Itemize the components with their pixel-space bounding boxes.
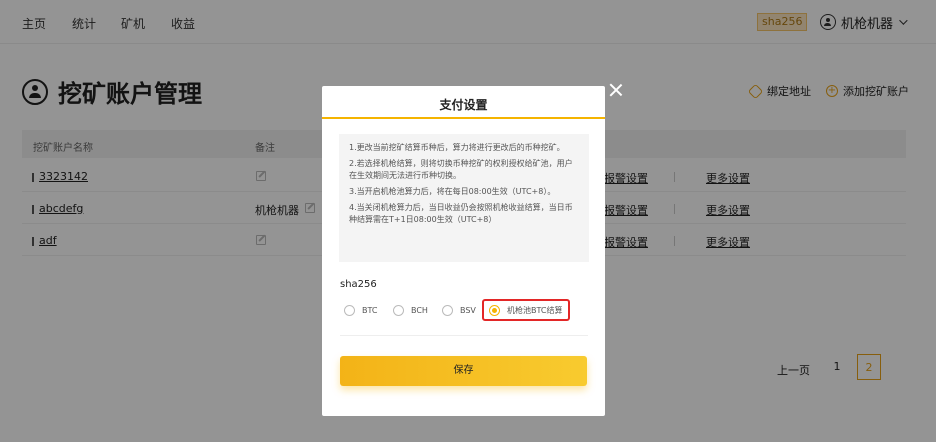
radio-label: 机枪池BTC结算: [507, 305, 563, 315]
payment-settings-dialog: 支付设置 1.更改当前挖矿结算币种后，算力将进行更改后的币种挖矿。 2.若选择机…: [322, 86, 605, 416]
radio-label: BSV: [460, 305, 476, 315]
radio-label: BCH: [411, 305, 428, 315]
radio-circle-selected: [489, 304, 500, 316]
settlement-coin-radio-group: BTC BCH BSV 机枪池BTC结算: [340, 299, 590, 321]
radio-label: BTC: [362, 305, 378, 315]
close-icon[interactable]: [609, 83, 623, 97]
radio-bsv[interactable]: BSV: [442, 301, 476, 319]
notice-item: 4.当关闭机枪算力后，当日收益仍会按照机枪收益结算，当日币种结算需在T+1日08…: [349, 203, 573, 224]
radio-circle: [344, 304, 355, 316]
dialog-header: 支付设置: [322, 86, 605, 119]
notice-item: 2.若选择机枪结算，则将切换币种挖矿的权利授权给矿池，用户在生效期间无法进行币种…: [349, 159, 573, 180]
divider: [340, 335, 588, 336]
save-button[interactable]: 保存: [340, 356, 587, 386]
radio-circle: [393, 304, 404, 316]
radio-btc[interactable]: BTC: [344, 301, 378, 319]
notice-item: 3.当开启机枪池算力后，将在每日08:00生效（UTC+8）。: [349, 187, 556, 196]
dialog-title: 支付设置: [439, 98, 488, 112]
radio-circle: [442, 304, 453, 316]
notice-box: 1.更改当前挖矿结算币种后，算力将进行更改后的币种挖矿。 2.若选择机枪结算，则…: [339, 134, 589, 262]
algorithm-label: sha256: [340, 279, 377, 290]
radio-smart-pool-btc[interactable]: 机枪池BTC结算: [482, 299, 570, 321]
radio-bch[interactable]: BCH: [393, 301, 428, 319]
notice-item: 1.更改当前挖矿结算币种后，算力将进行更改后的币种挖矿。: [349, 143, 565, 152]
